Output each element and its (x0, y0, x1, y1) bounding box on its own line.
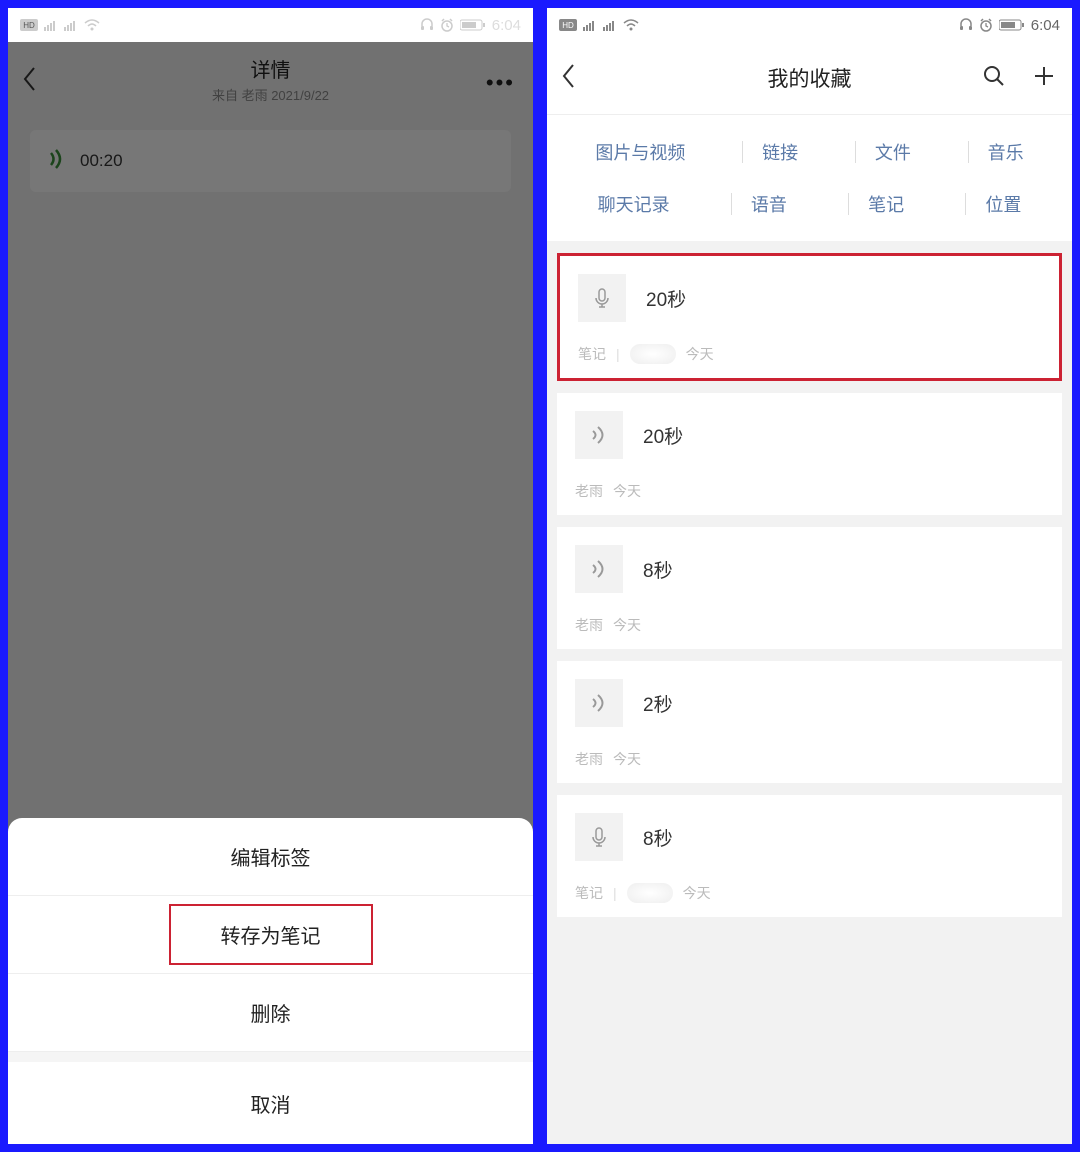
search-icon (982, 64, 1006, 88)
svg-text:HD: HD (562, 21, 574, 30)
edit-tags-button[interactable]: 编辑标签 (8, 818, 533, 896)
category-tabs: 图片与视频 链接 文件 音乐 聊天记录 语音 笔记 位置 (547, 114, 1072, 241)
category-chat-history[interactable]: 聊天记录 (580, 191, 688, 217)
hd-icon: HD (559, 19, 577, 31)
page-title: 我的收藏 (768, 63, 852, 93)
add-button[interactable] (1032, 64, 1056, 93)
hd-icon: HD (20, 19, 38, 31)
clock-time: 6:04 (492, 17, 521, 34)
item-date: 今天 (613, 615, 641, 635)
headset-icon (959, 18, 973, 32)
sheet-divider (8, 1052, 533, 1062)
plus-icon (1032, 64, 1056, 88)
category-notes[interactable]: 笔记 (850, 191, 922, 217)
headset-icon (420, 18, 434, 32)
item-source: 笔记 (578, 344, 606, 364)
signal-icon (603, 19, 617, 31)
phone-right: HD 6:04 我的收藏 (547, 8, 1072, 1144)
save-as-note-button[interactable]: 转存为笔记 (8, 896, 533, 974)
battery-icon (460, 19, 486, 31)
battery-icon (999, 19, 1025, 31)
item-date: 今天 (613, 481, 641, 501)
category-files[interactable]: 文件 (857, 139, 929, 165)
back-button[interactable] (561, 63, 577, 94)
action-sheet: 编辑标签 转存为笔记 删除 取消 (8, 818, 533, 1144)
category-images-video[interactable]: 图片与视频 (577, 139, 703, 165)
item-duration: 20秒 (643, 422, 683, 449)
item-source: 老雨 (575, 615, 603, 635)
favorite-item[interactable]: 20秒笔记|今天 (557, 253, 1062, 381)
blurred-name (630, 344, 676, 364)
sound-icon (575, 411, 623, 459)
signal-icon (44, 19, 58, 31)
delete-button[interactable]: 删除 (8, 974, 533, 1052)
item-source: 老雨 (575, 481, 603, 501)
status-bar: HD 6:04 (547, 8, 1072, 42)
mic-icon (578, 274, 626, 322)
blurred-name (627, 883, 673, 903)
category-links[interactable]: 链接 (744, 139, 816, 165)
alarm-icon (440, 18, 454, 32)
svg-text:HD: HD (23, 21, 35, 30)
category-location[interactable]: 位置 (967, 191, 1039, 217)
wifi-icon (623, 19, 639, 31)
item-duration: 20秒 (646, 285, 686, 312)
signal-icon (64, 19, 78, 31)
item-source: 笔记 (575, 883, 603, 903)
item-date: 今天 (683, 883, 711, 903)
header: 我的收藏 (547, 42, 1072, 114)
sound-icon (575, 679, 623, 727)
item-duration: 8秒 (643, 556, 673, 583)
chevron-left-icon (561, 63, 577, 89)
item-duration: 8秒 (643, 824, 673, 851)
favorite-item[interactable]: 8秒老雨今天 (557, 527, 1062, 649)
favorite-item[interactable]: 8秒笔记|今天 (557, 795, 1062, 917)
cancel-button[interactable]: 取消 (8, 1062, 533, 1144)
favorites-list[interactable]: 20秒笔记|今天20秒老雨今天8秒老雨今天2秒老雨今天8秒笔记|今天 (547, 241, 1072, 1144)
clock-time: 6:04 (1031, 17, 1060, 34)
item-duration: 2秒 (643, 690, 673, 717)
favorite-item[interactable]: 2秒老雨今天 (557, 661, 1062, 783)
item-date: 今天 (613, 749, 641, 769)
mic-icon (575, 813, 623, 861)
search-button[interactable] (982, 64, 1006, 93)
wifi-icon (84, 19, 100, 31)
item-date: 今天 (686, 344, 714, 364)
favorite-item[interactable]: 20秒老雨今天 (557, 393, 1062, 515)
category-music[interactable]: 音乐 (970, 139, 1042, 165)
alarm-icon (979, 18, 993, 32)
category-voice[interactable]: 语音 (733, 191, 805, 217)
phone-left: HD 6:04 详情 来自 老雨 2021/9/22 (8, 8, 533, 1144)
item-source: 老雨 (575, 749, 603, 769)
status-bar: HD 6:04 (8, 8, 533, 42)
sound-icon (575, 545, 623, 593)
signal-icon (583, 19, 597, 31)
